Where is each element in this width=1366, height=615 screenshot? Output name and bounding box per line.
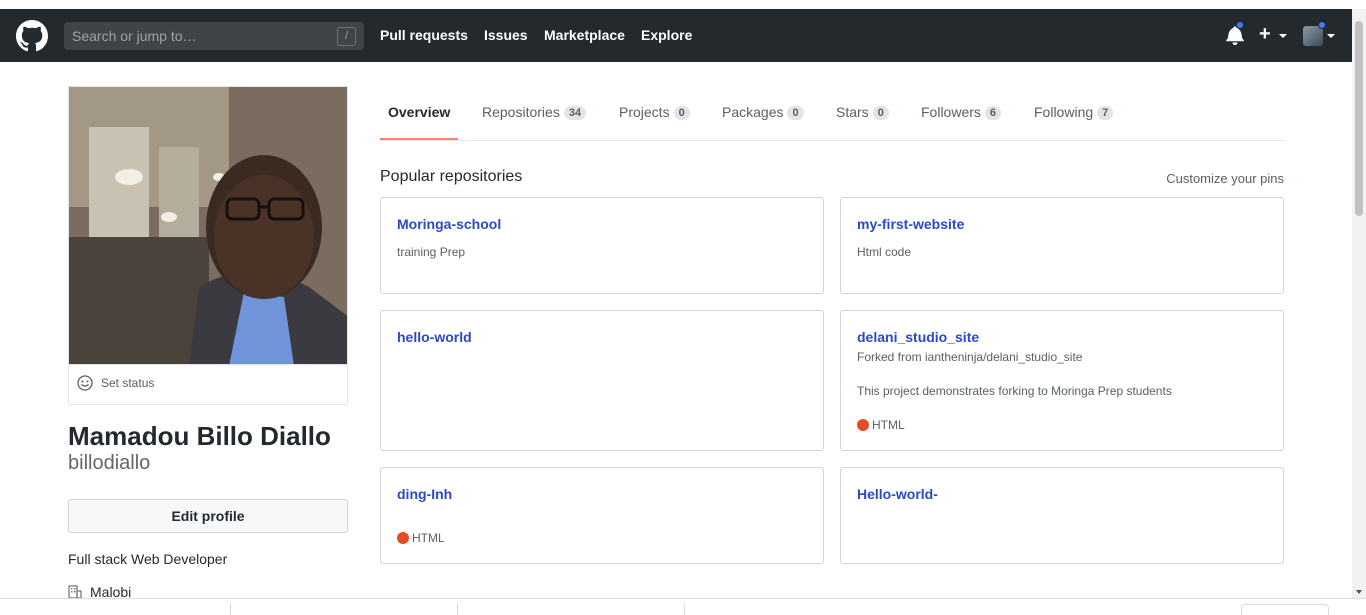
tab-counter: 0 xyxy=(673,106,690,120)
set-status-label: Set status xyxy=(101,376,155,390)
language-label: HTML xyxy=(872,418,905,432)
search-input[interactable]: Search or jump to… / xyxy=(64,22,364,50)
tab-counter: 34 xyxy=(563,106,587,120)
repo-link[interactable]: Hello-world- xyxy=(857,486,938,502)
repo-link[interactable]: my-first-website xyxy=(857,216,964,232)
tab-label: Followers xyxy=(921,104,981,120)
repo-link[interactable]: Moringa-school xyxy=(397,216,501,232)
notification-dot xyxy=(1236,21,1244,29)
html-language-dot-icon xyxy=(857,419,869,431)
profile-photo-illustration xyxy=(69,87,347,365)
tab-overview[interactable]: Overview xyxy=(388,104,450,120)
repo-card: Moringa-school training Prep xyxy=(380,197,824,294)
nav-issues[interactable]: Issues xyxy=(484,27,528,43)
tab-packages[interactable]: Packages 0 xyxy=(722,104,804,120)
tab-label: Stars xyxy=(836,104,869,120)
site-header: Search or jump to… / Pull requests Issue… xyxy=(0,9,1352,62)
create-caret-icon[interactable] xyxy=(1279,34,1287,38)
show-all-downloads-button[interactable] xyxy=(1241,604,1329,615)
page-scrollbar[interactable] xyxy=(1352,9,1366,598)
search-shortcut-hint: / xyxy=(337,27,356,46)
popular-repositories-heading: Popular repositories xyxy=(380,168,523,185)
profile-full-name: Mamadou Billo Diallo xyxy=(68,421,331,451)
tab-counter: 6 xyxy=(984,106,1002,120)
tab-label: Repositories xyxy=(482,104,560,120)
profile-photo[interactable] xyxy=(68,86,348,365)
profile-tabs: Overview Repositories 34 Projects 0 Packag… xyxy=(380,86,1284,141)
search-placeholder: Search or jump to… xyxy=(72,28,197,44)
repo-card: my-first-website Html code xyxy=(840,197,1284,294)
user-avatar-small[interactable] xyxy=(1303,26,1323,46)
organization-icon xyxy=(68,585,82,599)
github-logo-icon[interactable] xyxy=(16,20,48,52)
nav-marketplace[interactable]: Marketplace xyxy=(544,27,625,43)
tab-label: Packages xyxy=(722,104,784,120)
edit-profile-button[interactable]: Edit profile xyxy=(68,499,348,533)
repo-language: HTML xyxy=(857,418,905,432)
active-tab-underline xyxy=(380,138,458,140)
repo-description: Html code xyxy=(857,245,912,259)
tab-label: Following xyxy=(1034,104,1094,120)
avatar-caret-icon[interactable] xyxy=(1327,34,1335,38)
tab-repositories[interactable]: Repositories 34 xyxy=(482,104,587,120)
downloads-separator xyxy=(457,603,458,615)
downloads-separator xyxy=(684,603,685,615)
tab-counter: 0 xyxy=(787,106,804,120)
nav-pull-requests[interactable]: Pull requests xyxy=(380,27,468,43)
browser-top-strip xyxy=(0,0,1366,9)
tab-counter: 7 xyxy=(1097,106,1114,120)
downloads-separator xyxy=(230,603,231,615)
avatar-status-dot xyxy=(1318,21,1326,29)
plus-icon[interactable]: + xyxy=(1259,23,1271,46)
profile-bio: Full stack Web Developer xyxy=(68,551,228,567)
fork-note: Forked from iantheninja/delani_studio_si… xyxy=(857,350,1083,364)
repo-language: HTML xyxy=(397,531,445,545)
tab-stars[interactable]: Stars 0 xyxy=(836,104,889,120)
set-status-button[interactable]: Set status xyxy=(68,364,348,405)
scrollbar-thumb[interactable] xyxy=(1355,21,1363,216)
repo-card: delani_studio_site Forked from ianthenin… xyxy=(840,310,1284,451)
repo-link[interactable]: delani_studio_site xyxy=(857,329,979,345)
repo-link[interactable]: ding-Inh xyxy=(397,486,452,502)
repo-description: training Prep xyxy=(397,245,466,259)
tab-label: Projects xyxy=(619,104,670,120)
repo-description: This project demonstrates forking to Mor… xyxy=(857,384,1172,398)
tab-counter: 0 xyxy=(872,106,889,120)
repo-card: Hello-world- xyxy=(840,467,1284,564)
tab-followers[interactable]: Followers 6 xyxy=(921,104,1002,120)
customize-pins-link[interactable]: Customize your pins xyxy=(1166,171,1284,186)
downloads-bar xyxy=(0,598,1366,615)
scroll-down-arrow-icon[interactable] xyxy=(1356,590,1362,594)
repo-card: hello-world xyxy=(380,310,824,451)
language-label: HTML xyxy=(412,531,445,545)
tab-label: Overview xyxy=(388,104,451,120)
smiley-icon xyxy=(77,375,93,391)
html-language-dot-icon xyxy=(397,532,409,544)
profile-username: billodiallo xyxy=(68,452,151,474)
nav-explore[interactable]: Explore xyxy=(641,27,692,43)
repo-card: ding-Inh HTML xyxy=(380,467,824,564)
repo-link[interactable]: hello-world xyxy=(397,329,472,345)
tab-projects[interactable]: Projects 0 xyxy=(619,104,690,120)
tab-following[interactable]: Following 7 xyxy=(1034,104,1114,120)
